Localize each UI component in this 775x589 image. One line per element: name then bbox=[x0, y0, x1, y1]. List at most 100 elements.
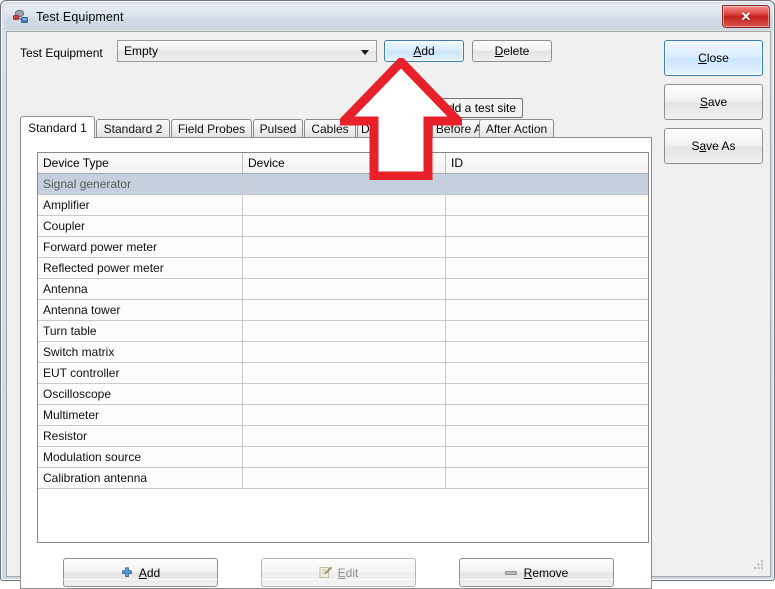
tab-label: Cables bbox=[311, 122, 349, 136]
table-row[interactable]: Calibration antenna bbox=[38, 468, 648, 489]
cell-device bbox=[243, 468, 446, 488]
tab-label: Data Logger bbox=[360, 122, 428, 136]
save-button[interactable]: Save bbox=[664, 84, 763, 120]
cell-device bbox=[243, 174, 446, 194]
cell-device bbox=[243, 237, 446, 257]
cell-device-type: Forward power meter bbox=[38, 237, 243, 257]
resize-grip[interactable] bbox=[751, 559, 764, 572]
cell-device-type: Modulation source bbox=[38, 447, 243, 467]
table-row[interactable]: Turn table bbox=[38, 321, 648, 342]
table-row[interactable]: Oscilloscope bbox=[38, 384, 648, 405]
minus-icon bbox=[504, 569, 518, 577]
title-bar: Test Equipment ✕ bbox=[4, 4, 773, 30]
plus-icon bbox=[121, 566, 133, 579]
add-test-site-button[interactable]: Add bbox=[384, 40, 464, 62]
tab-standard-1[interactable]: Standard 1 bbox=[20, 116, 95, 138]
equipment-icon bbox=[12, 9, 30, 25]
cell-device-type: Multimeter bbox=[38, 405, 243, 425]
cell-device-type: Turn table bbox=[38, 321, 243, 341]
cell-id bbox=[446, 258, 648, 278]
table-row[interactable]: Signal generator bbox=[38, 174, 648, 195]
table-row[interactable]: Modulation source bbox=[38, 447, 648, 468]
cell-device-type: Antenna bbox=[38, 279, 243, 299]
column-header-id: ID bbox=[451, 156, 463, 170]
cell-id bbox=[446, 342, 648, 362]
tab-strip: Standard 1 Standard 2 Field Probes Pulsed Ca… bbox=[20, 116, 652, 138]
cell-id bbox=[446, 174, 648, 194]
cell-id bbox=[446, 447, 648, 467]
cell-id bbox=[446, 468, 648, 488]
test-equipment-label: Test Equipment bbox=[20, 46, 103, 60]
cell-device bbox=[243, 258, 446, 278]
cell-device bbox=[243, 426, 446, 446]
edit-device-label: Edit bbox=[337, 565, 359, 580]
equipment-table[interactable]: Device Type Device ID Signal generator Am… bbox=[37, 152, 649, 543]
cell-id bbox=[446, 405, 648, 425]
tab-standard-2[interactable]: Standard 2 bbox=[96, 119, 170, 138]
table-row[interactable]: Amplifier bbox=[38, 195, 648, 216]
window-close-button[interactable]: ✕ bbox=[722, 5, 770, 28]
cell-id bbox=[446, 321, 648, 341]
cell-id bbox=[446, 426, 648, 446]
tab-page-standard-1: Device Type Device ID Signal generator Am… bbox=[20, 137, 652, 589]
table-row[interactable]: Antenna tower bbox=[38, 300, 648, 321]
tab-field-probes[interactable]: Field Probes bbox=[171, 119, 252, 138]
add-device-button[interactable]: Add bbox=[63, 558, 218, 587]
cell-device bbox=[243, 195, 446, 215]
table-row[interactable]: Resistor bbox=[38, 426, 648, 447]
save-as-button[interactable]: Save As bbox=[664, 128, 763, 164]
remove-device-label: Remove bbox=[523, 565, 569, 580]
cell-device bbox=[243, 342, 446, 362]
chevron-down-icon bbox=[361, 50, 369, 55]
cell-id bbox=[446, 216, 648, 236]
cell-id bbox=[446, 279, 648, 299]
cell-device-type: Calibration antenna bbox=[38, 468, 243, 488]
cell-id bbox=[446, 363, 648, 383]
edit-device-button[interactable]: Edit bbox=[261, 558, 416, 587]
tooltip: Add a test site bbox=[433, 98, 524, 118]
close-button[interactable]: Close bbox=[664, 40, 763, 76]
cell-device-type: Reflected power meter bbox=[38, 258, 243, 278]
cell-device bbox=[243, 216, 446, 236]
table-row[interactable]: Forward power meter bbox=[38, 237, 648, 258]
tab-label: After Action bbox=[485, 122, 548, 136]
table-header-row: Device Type Device ID bbox=[38, 153, 648, 174]
tab-label: Standard 2 bbox=[103, 122, 163, 136]
tab-after-action[interactable]: After Action bbox=[479, 119, 554, 138]
table-row[interactable]: Switch matrix bbox=[38, 342, 648, 363]
cell-device bbox=[243, 363, 446, 383]
cell-id bbox=[446, 300, 648, 320]
remove-device-button[interactable]: Remove bbox=[459, 558, 614, 587]
tab-label: Standard 1 bbox=[28, 120, 87, 135]
cell-id bbox=[446, 384, 648, 404]
column-header-device: Device bbox=[243, 153, 446, 173]
cell-device-type: Antenna tower bbox=[38, 300, 243, 320]
save-as-label: Save As bbox=[691, 139, 736, 153]
table-row[interactable]: EUT controller bbox=[38, 363, 648, 384]
table-row[interactable]: Reflected power meter bbox=[38, 258, 648, 279]
cell-device-type: Coupler bbox=[38, 216, 243, 236]
cell-device bbox=[243, 384, 446, 404]
tab-data-logger[interactable]: Data Logger bbox=[357, 119, 431, 138]
cell-device bbox=[243, 300, 446, 320]
cell-device bbox=[243, 279, 446, 299]
tab-pulsed[interactable]: Pulsed bbox=[253, 119, 303, 138]
table-row[interactable]: Multimeter bbox=[38, 405, 648, 426]
close-label: Close bbox=[698, 51, 729, 65]
tab-cables[interactable]: Cables bbox=[304, 119, 356, 138]
client-area: Test Equipment Empty Add Delete Close Sa… bbox=[6, 31, 771, 589]
delete-test-site-button[interactable]: Delete bbox=[472, 40, 552, 62]
tooltip-text: Add a test site bbox=[440, 101, 517, 115]
window-title: Test Equipment bbox=[36, 10, 124, 24]
cell-device-type: Oscilloscope bbox=[38, 384, 243, 404]
cell-id bbox=[446, 237, 648, 257]
table-row[interactable]: Antenna bbox=[38, 279, 648, 300]
delete-label: Delete bbox=[494, 44, 530, 58]
column-header-device-type: Device Type bbox=[38, 153, 243, 173]
table-body: Signal generator Amplifier Coupler Forward … bbox=[38, 174, 648, 489]
cell-device-type: Signal generator bbox=[38, 174, 243, 194]
add-device-label: Add bbox=[138, 565, 161, 580]
tab-label: Field Probes bbox=[177, 122, 246, 136]
test-equipment-combobox[interactable]: Empty bbox=[117, 40, 377, 62]
table-row[interactable]: Coupler bbox=[38, 216, 648, 237]
